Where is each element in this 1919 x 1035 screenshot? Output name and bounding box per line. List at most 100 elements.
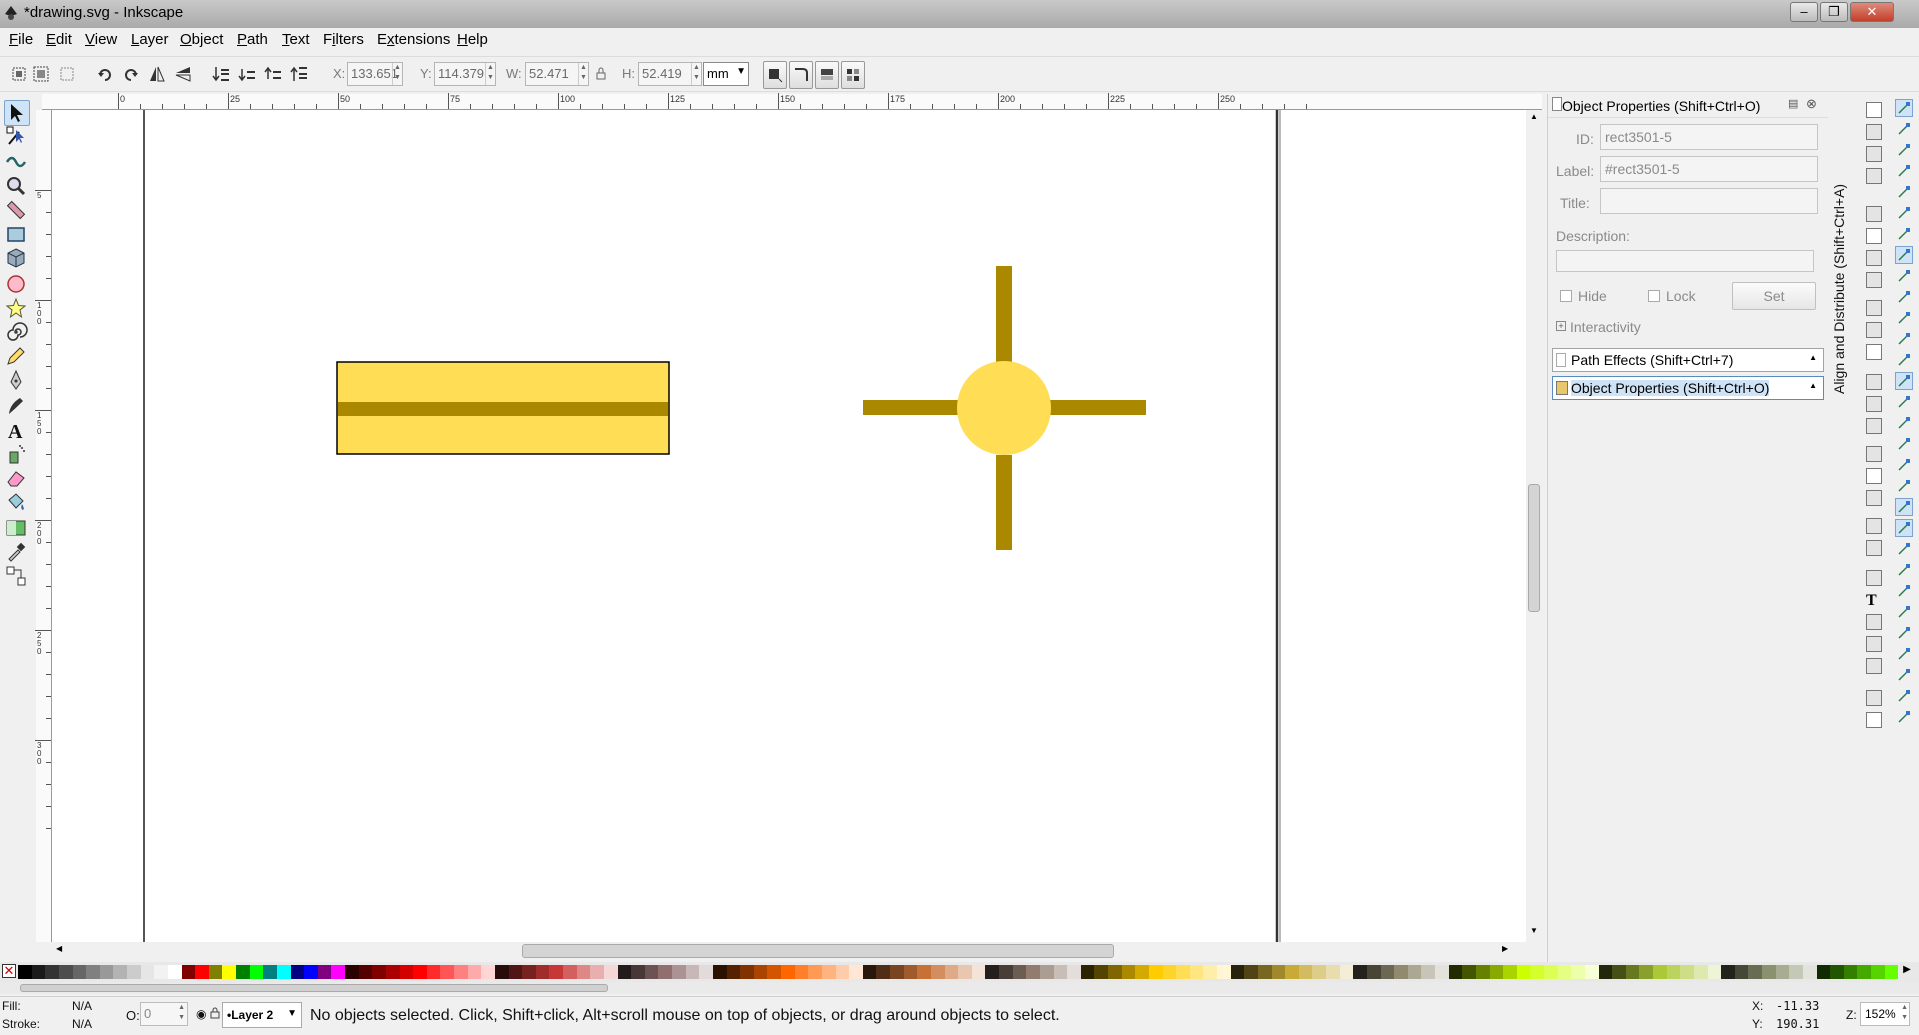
menu-extensions[interactable]: Extensions (374, 31, 453, 48)
text-font-icon[interactable]: T (1866, 592, 1882, 609)
color-swatch[interactable] (1257, 965, 1272, 979)
vertical-ruler[interactable]: 5 100 150 200 250 300 (35, 110, 52, 942)
ungroup-icon[interactable] (1866, 540, 1882, 556)
snap-option-icon[interactable] (1895, 372, 1913, 390)
color-swatch[interactable] (1516, 965, 1531, 979)
snap-option-icon[interactable] (1896, 541, 1912, 557)
color-swatch[interactable] (1857, 965, 1871, 979)
color-swatch[interactable] (876, 965, 890, 979)
scale-stroke-toggle[interactable] (763, 61, 787, 89)
snap-option-icon[interactable] (1895, 498, 1913, 516)
snap-toggle-icon[interactable] (1895, 99, 1913, 117)
h-field[interactable]: 52.419 ▲ ▼ (638, 62, 702, 86)
gradient-tool[interactable] (4, 516, 30, 542)
snap-option-icon[interactable] (1896, 415, 1912, 431)
color-swatch[interactable] (644, 965, 659, 979)
color-swatch[interactable] (1489, 965, 1504, 979)
color-swatch[interactable] (944, 965, 959, 979)
transform-gradients-toggle[interactable] (815, 61, 839, 89)
color-swatch[interactable] (1557, 965, 1572, 979)
y-spin-arrows-icon[interactable]: ▲ ▼ (485, 63, 495, 85)
menu-layer[interactable]: Layer (128, 31, 172, 48)
color-swatch[interactable] (1108, 965, 1122, 979)
color-swatch[interactable] (1435, 965, 1449, 979)
color-swatch[interactable] (1026, 965, 1040, 979)
color-swatch[interactable] (958, 965, 972, 979)
color-swatch[interactable] (1067, 965, 1081, 979)
snap-option-icon[interactable] (1896, 478, 1912, 494)
color-swatch[interactable] (917, 965, 931, 979)
set-button[interactable]: Set (1732, 282, 1816, 310)
tweak-tool[interactable] (4, 148, 30, 174)
color-swatch[interactable] (1353, 965, 1367, 979)
color-swatch[interactable] (1121, 965, 1136, 979)
spiral-tool[interactable] (4, 320, 30, 346)
color-swatch[interactable] (1189, 965, 1204, 979)
select-all-icon[interactable] (10, 65, 28, 83)
drawing-canvas[interactable] (52, 110, 1526, 942)
rotate-ccw-icon[interactable] (96, 65, 114, 83)
color-swatch[interactable] (481, 965, 495, 979)
snap-option-icon[interactable] (1896, 331, 1912, 347)
color-swatch[interactable] (685, 965, 700, 979)
group-icon[interactable] (1866, 518, 1882, 534)
color-swatch[interactable] (1598, 965, 1613, 979)
menu-path[interactable]: Path (234, 31, 271, 48)
snap-option-icon[interactable] (1896, 163, 1912, 179)
menu-file[interactable]: File (6, 31, 36, 48)
color-swatch[interactable] (1884, 965, 1899, 979)
vertical-scrollbar[interactable]: ▲ ▼ (1526, 110, 1542, 942)
snap-option-icon[interactable] (1896, 184, 1912, 200)
color-swatch[interactable] (549, 965, 563, 979)
layer-lock-icon[interactable] (210, 1007, 220, 1019)
color-swatch[interactable] (372, 965, 386, 979)
color-swatch[interactable] (862, 965, 877, 979)
color-swatch[interactable] (672, 965, 686, 979)
color-swatch[interactable] (1748, 965, 1762, 979)
color-swatch[interactable] (127, 965, 141, 979)
color-swatch[interactable] (249, 965, 264, 979)
color-swatch[interactable] (58, 965, 73, 979)
no-paint-swatch-icon[interactable]: ✕ (2, 964, 16, 978)
color-swatch[interactable] (1203, 965, 1217, 979)
color-swatch[interactable] (263, 965, 277, 979)
snap-option-icon[interactable] (1896, 625, 1912, 641)
fill-stroke-icon[interactable] (1866, 570, 1882, 586)
color-swatch[interactable] (1094, 965, 1108, 979)
color-swatch[interactable] (1012, 965, 1027, 979)
iconify-icon[interactable]: ▤ (1788, 97, 1798, 110)
scale-corners-toggle[interactable] (789, 61, 813, 89)
color-swatch[interactable] (808, 965, 822, 979)
color-swatch[interactable] (890, 965, 904, 979)
color-swatch[interactable] (358, 965, 373, 979)
color-swatch[interactable] (985, 965, 999, 979)
measure-tool[interactable] (4, 198, 30, 224)
clone-icon[interactable] (1866, 468, 1882, 484)
snap-option-icon[interactable] (1896, 310, 1912, 326)
eraser-tool[interactable] (4, 466, 30, 492)
color-swatch[interactable] (1475, 965, 1490, 979)
flip-horizontal-icon[interactable] (148, 65, 166, 83)
color-swatch[interactable] (1366, 965, 1381, 979)
revert-icon[interactable] (1866, 250, 1882, 266)
color-swatch[interactable] (331, 965, 345, 979)
color-swatch[interactable] (1080, 965, 1095, 979)
snap-option-icon[interactable] (1896, 667, 1912, 683)
color-swatch[interactable] (1503, 965, 1517, 979)
layer-selector[interactable]: •Layer 2 ▼ (222, 1002, 302, 1028)
path-effects-dialog-selector[interactable]: Path Effects (Shift+Ctrl+7) ▲ (1552, 348, 1824, 372)
export-icon[interactable] (1866, 228, 1882, 244)
color-swatch[interactable] (385, 965, 400, 979)
raise-to-top-icon[interactable] (290, 65, 308, 83)
flip-vertical-icon[interactable] (174, 65, 192, 83)
color-swatch[interactable] (835, 965, 850, 979)
color-swatch[interactable] (467, 965, 482, 979)
menu-text[interactable]: Text (279, 31, 313, 48)
menu-object[interactable]: Object (177, 31, 226, 48)
color-swatch[interactable] (1843, 965, 1858, 979)
interactivity-expander[interactable]: Interactivity (1570, 319, 1641, 335)
snap-option-icon[interactable] (1896, 688, 1912, 704)
color-swatch[interactable] (345, 965, 359, 979)
color-swatch[interactable] (1584, 965, 1599, 979)
snap-option-icon[interactable] (1896, 289, 1912, 305)
